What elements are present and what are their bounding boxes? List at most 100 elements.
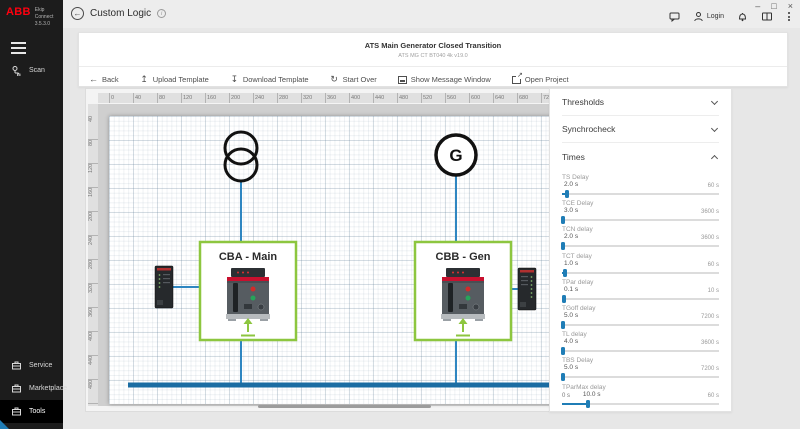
notifications-button[interactable] (737, 11, 748, 22)
slider-value: 5.0 s (562, 312, 578, 319)
toolbar-button[interactable]: Open Project (512, 75, 569, 84)
slider-track[interactable] (562, 216, 719, 224)
page-title: Custom Logic (90, 8, 151, 19)
minimize-button[interactable]: – (755, 1, 760, 11)
section-header[interactable]: Thresholds (562, 89, 719, 116)
ruler-tick: 200 (88, 212, 98, 236)
app-name: Ekip Connect (35, 7, 58, 21)
help-button[interactable] (761, 11, 773, 22)
template-title: ATS Main Generator Closed Transition (79, 33, 787, 50)
breaker-block-cba[interactable]: CBA - Main (200, 242, 296, 340)
slider-value: 5.0 s (562, 364, 578, 371)
slider-track[interactable] (562, 295, 719, 303)
slider-thumb[interactable] (561, 347, 565, 355)
ruler-tick: 160 (205, 93, 229, 103)
app-window: ABB Ekip Connect 3.5.3.0 Scan (0, 0, 800, 429)
slider-track[interactable] (562, 321, 719, 329)
slider-track[interactable] (562, 347, 719, 355)
breaker-image-cbb (441, 268, 485, 321)
toolbar-button[interactable]: Upload Template (140, 75, 209, 84)
slider-label: TGoff delay (562, 303, 719, 312)
menu-icon[interactable] (11, 42, 26, 54)
slider-max-label: 3600 s (701, 340, 719, 346)
ruler-tick: 560 (445, 93, 469, 103)
back-circle-icon[interactable]: ← (71, 7, 84, 20)
toolbar: Back Upload Template Download Template (79, 67, 787, 84)
ruler-tick: 400 (88, 332, 98, 356)
relay-device-a[interactable] (155, 266, 173, 308)
slider-thumb[interactable] (586, 400, 590, 408)
ruler-tick: 360 (325, 93, 349, 103)
kebab-menu-icon[interactable] (786, 12, 792, 21)
slider-track[interactable] (562, 190, 719, 198)
slider-thumb[interactable] (562, 295, 566, 303)
toolbar-button-label: Open Project (525, 75, 569, 84)
toolbar-button-label: Start Over (343, 75, 377, 84)
chevron-icon (711, 154, 718, 161)
ruler-tick: 600 (469, 93, 493, 103)
slider-max-label: 3600 s (701, 209, 719, 215)
toolbar-button[interactable]: Show Message Window (398, 75, 491, 84)
maximize-button[interactable]: □ (771, 1, 776, 11)
slider-track[interactable] (562, 242, 719, 250)
breaker-block-cbb[interactable]: CBB - Gen (415, 242, 511, 340)
login-button[interactable]: Login (693, 11, 724, 22)
app-info: Ekip Connect 3.5.3.0 (35, 7, 58, 28)
slider-track[interactable] (562, 269, 719, 277)
toolbar-button-label: Show Message Window (411, 75, 491, 84)
section-header[interactable]: Synchrocheck (562, 116, 719, 143)
topbar-right: Login (669, 11, 792, 22)
slider-label: TL delay (562, 329, 719, 338)
slider-track[interactable] (562, 400, 719, 408)
toolbar-button[interactable]: Download Template (230, 75, 309, 84)
chevron-icon (711, 97, 718, 104)
sidebar-item[interactable]: Marketplace (0, 377, 63, 400)
slider-thumb[interactable] (561, 321, 565, 329)
slider-thumb[interactable] (561, 373, 565, 381)
sidebar-bottom: Service Marketplace Tools (0, 354, 63, 423)
topbar-left: ← Custom Logic i (71, 7, 166, 20)
app-version: 3.5.3.0 (35, 21, 58, 28)
slider-label: TPar delay (562, 277, 719, 286)
slider-row: TCN delay 2.0 s 3600 s (562, 224, 719, 250)
toolbar-button[interactable]: Start Over (330, 75, 377, 84)
toolbar-button[interactable]: Back (89, 75, 119, 84)
slider-track[interactable] (562, 373, 719, 381)
breaker-image-cba (226, 268, 270, 321)
chevron-icon (711, 124, 718, 131)
feedback-button[interactable] (669, 11, 680, 22)
slider-value: 4.0 s (562, 338, 578, 345)
ruler-tick: 80 (157, 93, 181, 103)
generator-symbol[interactable]: G (436, 135, 476, 175)
close-button[interactable]: × (788, 1, 793, 11)
horizontal-ruler: 0408012016020024028032036040044048052056… (98, 93, 599, 103)
slider-max-label: 60 s (708, 393, 719, 399)
ruler-tick: 400 (349, 93, 373, 103)
sidebar-item[interactable]: Service (0, 354, 63, 377)
toolbar-button-label: Download Template (243, 75, 309, 84)
ruler-tick: 520 (421, 93, 445, 103)
slider-thumb[interactable] (565, 190, 569, 198)
service-icon (11, 360, 22, 371)
section-header[interactable]: Times (562, 143, 719, 170)
slider-thumb[interactable] (561, 242, 565, 250)
cbb-label: CBB - Gen (436, 251, 491, 263)
ruler-tick: 240 (253, 93, 277, 103)
sidebar-item-scan[interactable]: Scan (0, 57, 63, 84)
transformer-symbol[interactable] (225, 132, 257, 181)
tools-icon (11, 406, 22, 417)
sidebar-item-label: Service (29, 362, 52, 369)
slider-thumb[interactable] (561, 216, 565, 224)
slider-row: TCT delay 1.0 s 60 s (562, 251, 719, 277)
sidebar-item[interactable]: Tools (0, 400, 63, 423)
canvas-page[interactable]: G CBA - Main (109, 116, 589, 404)
window-icon (398, 76, 407, 84)
horizontal-scrollbar[interactable] (258, 405, 431, 408)
slider-thumb[interactable] (563, 269, 567, 277)
ruler-tick: 440 (373, 93, 397, 103)
cba-label: CBA - Main (219, 251, 278, 263)
slider-min-label: 0 s (562, 393, 570, 399)
ruler-tick: 120 (181, 93, 205, 103)
relay-device-b[interactable] (518, 268, 536, 310)
info-icon[interactable]: i (157, 9, 166, 18)
